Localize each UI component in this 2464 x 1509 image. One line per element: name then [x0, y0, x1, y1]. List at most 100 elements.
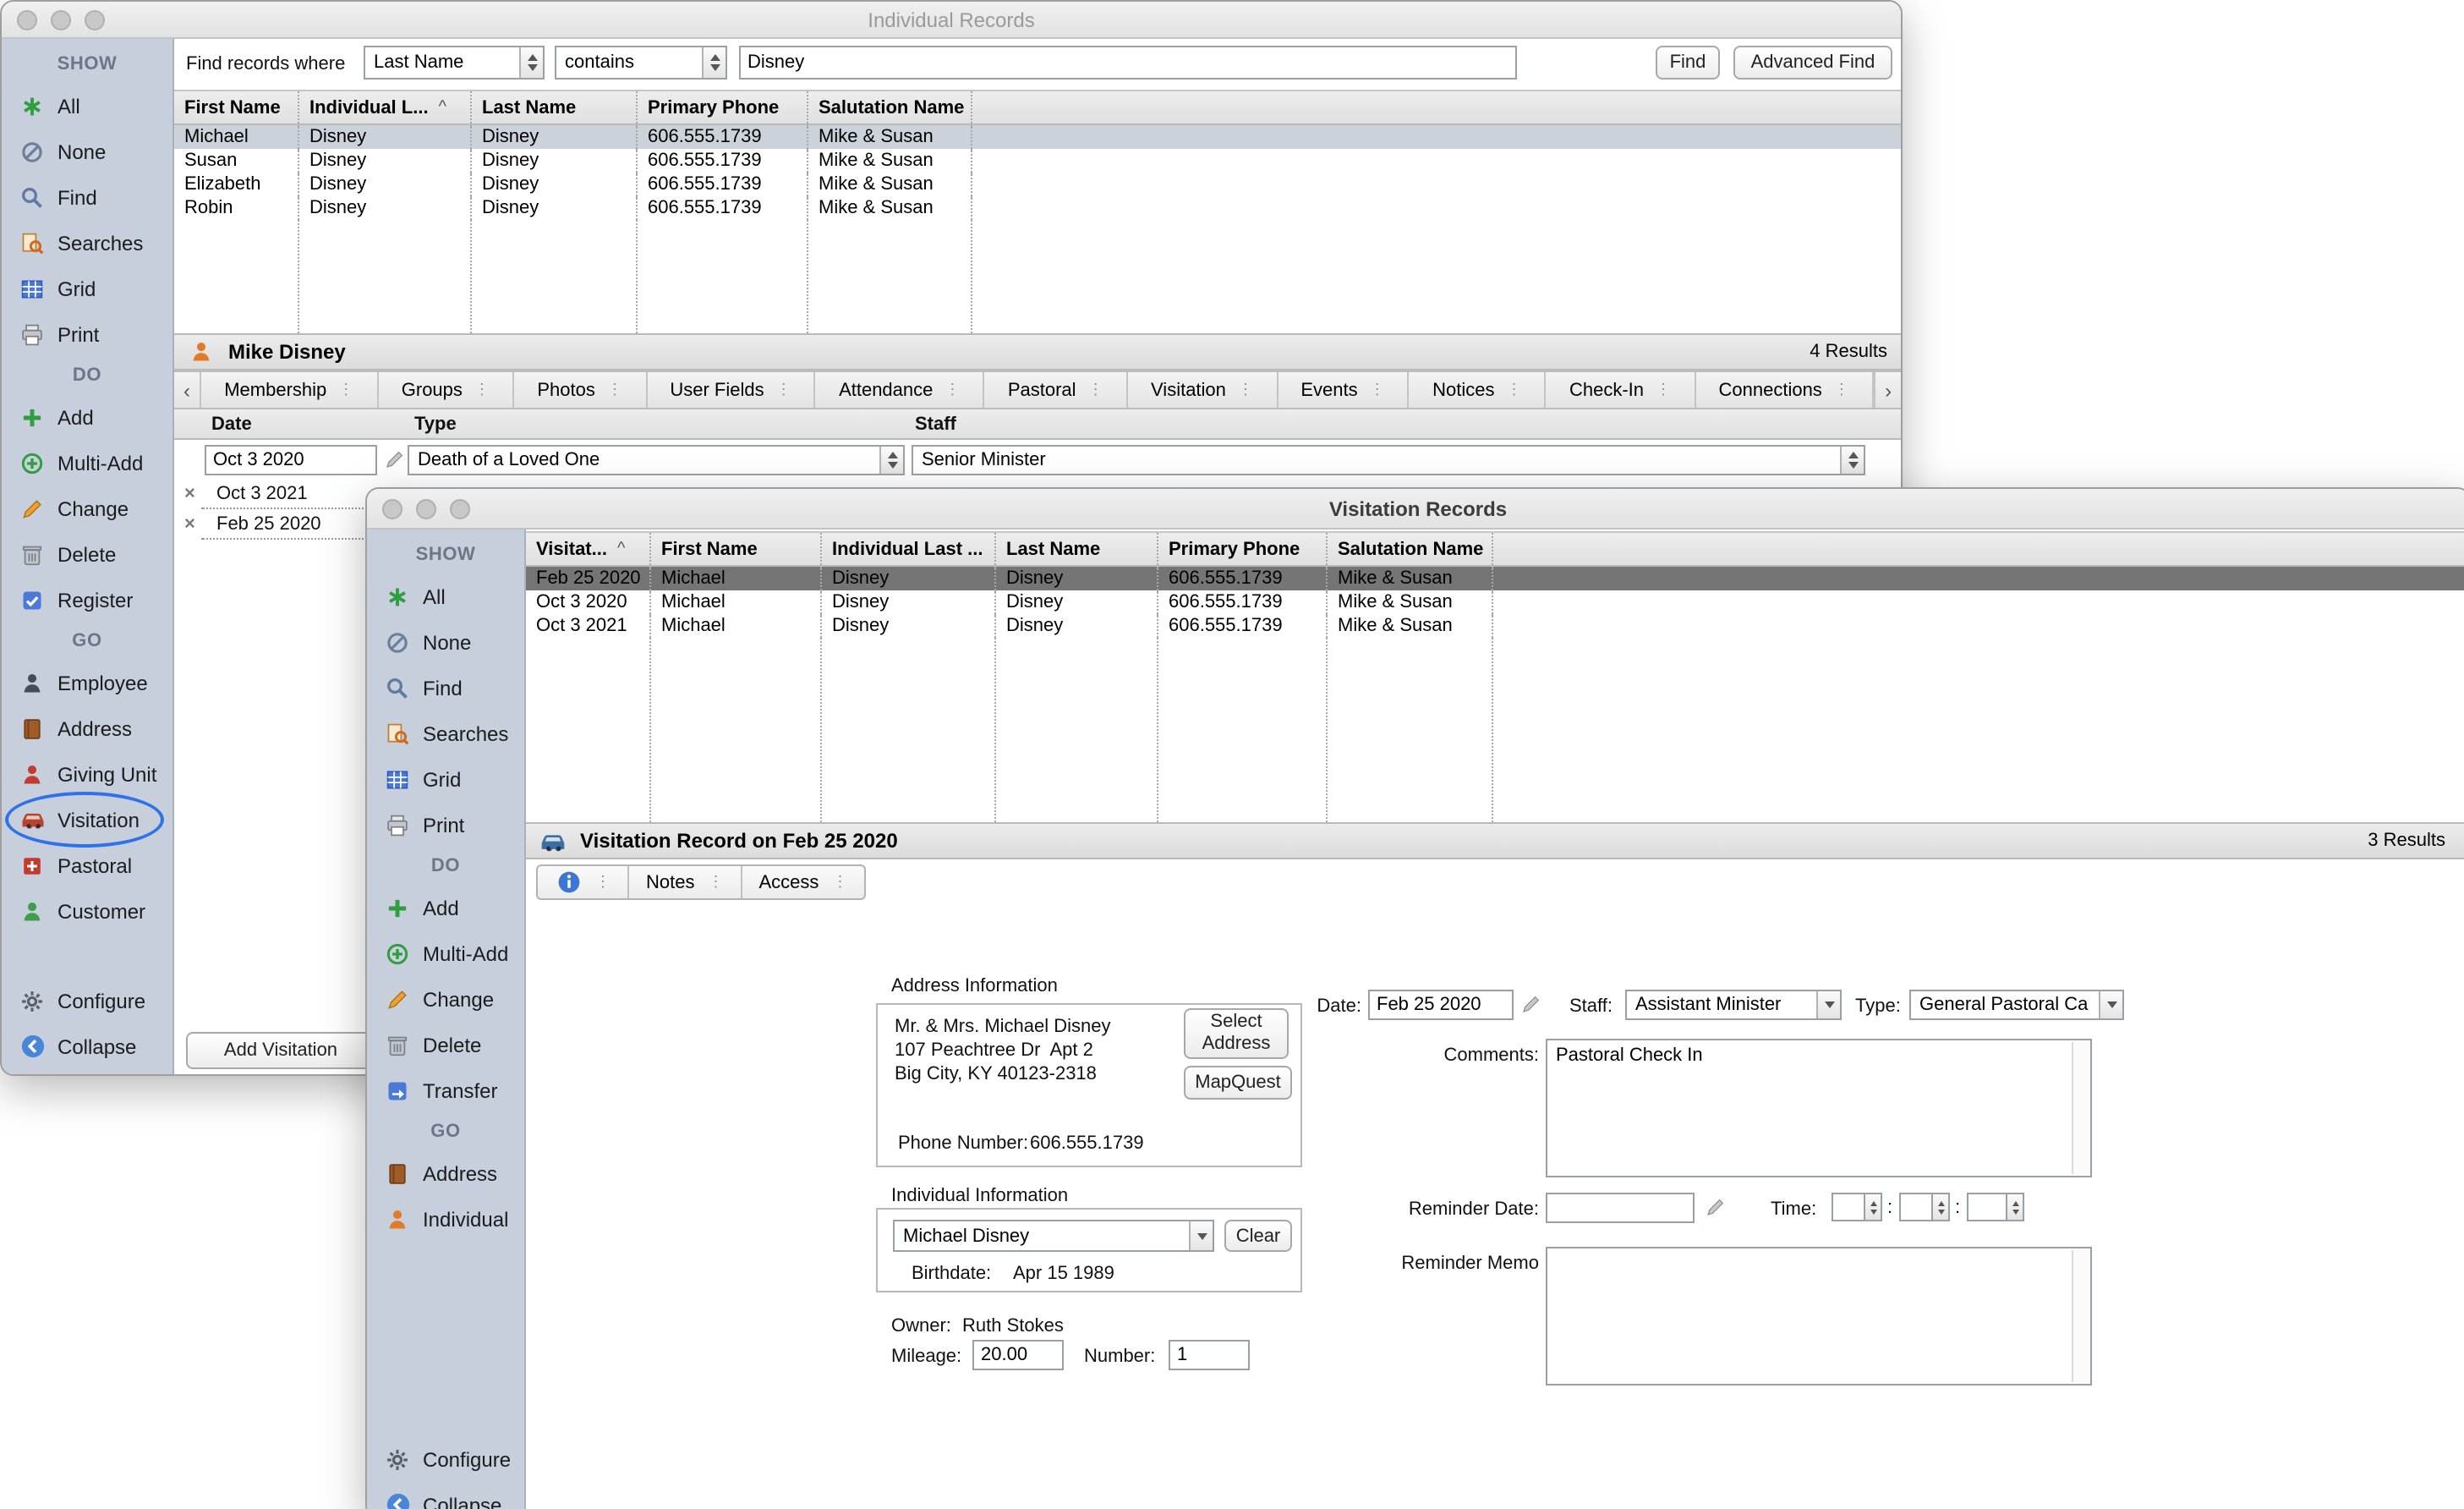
sidebar-item-print[interactable]: Print — [367, 802, 524, 848]
time-minute-stepper[interactable] — [1933, 1193, 1950, 1221]
advanced-find-button[interactable]: Advanced Find — [1733, 46, 1892, 80]
edit-pen-icon[interactable] — [1520, 993, 1542, 1023]
mapquest-button[interactable]: MapQuest — [1184, 1066, 1292, 1100]
sidebar-item-change[interactable]: Change — [2, 486, 172, 531]
close-button[interactable] — [382, 498, 402, 519]
col-date[interactable]: Date — [211, 414, 252, 435]
table-row[interactable]: RobinDisneyDisney606.555.1739Mike & Susa… — [174, 196, 1901, 220]
sidebar-item-pastoral[interactable]: Pastoral — [2, 842, 172, 888]
sidebar-item-transfer[interactable]: Transfer — [367, 1067, 524, 1113]
time-hour-input[interactable] — [1832, 1193, 1865, 1221]
access-tab[interactable]: Access⋮ — [742, 866, 865, 898]
sidebar-item-find[interactable]: Find — [367, 665, 524, 711]
close-button[interactable] — [17, 9, 37, 30]
sidebar-item-giving-unit[interactable]: Giving Unit — [2, 751, 172, 797]
sidebar-item-visitation[interactable]: Visitation — [2, 797, 172, 842]
comments-textarea[interactable]: Pastoral Check In — [1546, 1039, 2092, 1177]
col-staff[interactable]: Staff — [915, 414, 956, 435]
row-delete-icon[interactable]: × — [184, 484, 195, 504]
visitation-row[interactable]: Oct 3 2020 Death of a Loved One Senior M… — [174, 442, 1901, 479]
reminder-date-input[interactable] — [1546, 1193, 1695, 1223]
sidebar-item-employee[interactable]: Employee — [2, 660, 172, 705]
sidebar-item-multi-add[interactable]: Multi-Add — [2, 440, 172, 486]
tab-scroll-right-button[interactable]: › — [1874, 372, 1901, 408]
zoom-button[interactable] — [85, 9, 105, 30]
time-ampm-input[interactable] — [1967, 1193, 2007, 1221]
sidebar-item-grid[interactable]: Grid — [367, 756, 524, 802]
sidebar-item-searches[interactable]: Searches — [2, 220, 172, 266]
individual-select[interactable]: Michael Disney — [893, 1220, 1214, 1252]
find-search-input[interactable]: Disney — [739, 46, 1517, 80]
col-last-name[interactable]: Last Name — [472, 91, 638, 123]
sidebar-item-address[interactable]: Address — [367, 1150, 524, 1196]
tab-attendance[interactable]: Attendance⋮ — [816, 372, 985, 408]
edit-pen-icon[interactable] — [384, 448, 406, 479]
sidebar-item-none[interactable]: None — [2, 129, 172, 174]
col-last-name[interactable]: Last Name — [996, 533, 1158, 565]
table-row[interactable]: Oct 3 2021MichaelDisneyDisney606.555.173… — [526, 614, 2464, 638]
sidebar-item-grid[interactable]: Grid — [2, 266, 172, 311]
add-visitation-button[interactable]: Add Visitation — [186, 1032, 375, 1069]
sidebar-item-add[interactable]: Add — [2, 394, 172, 440]
sidebar-item-individual[interactable]: Individual — [367, 1196, 524, 1242]
scrollbar-track[interactable] — [2072, 1042, 2090, 1174]
col-individual-last[interactable]: Individual L...^ — [299, 91, 472, 123]
tab-connections[interactable]: Connections⋮ — [1695, 372, 1874, 408]
scrollbar-track[interactable] — [2072, 1250, 2090, 1382]
sidebar-item-add[interactable]: Add — [367, 885, 524, 930]
visitation-date-field[interactable]: Oct 3 2020 — [205, 445, 377, 475]
individual-window-titlebar[interactable]: Individual Records — [2, 2, 1901, 39]
sidebar-item-change[interactable]: Change — [367, 976, 524, 1022]
sidebar-item-find[interactable]: Find — [2, 174, 172, 220]
col-primary-phone[interactable]: Primary Phone — [638, 91, 808, 123]
col-visitation-date[interactable]: Visitat...^ — [526, 533, 651, 565]
number-input[interactable]: 1 — [1169, 1340, 1250, 1370]
sidebar-item-delete[interactable]: Delete — [367, 1022, 524, 1067]
sidebar-item-configure[interactable]: Configure — [367, 1436, 524, 1482]
reminder-memo-textarea[interactable] — [1546, 1247, 2092, 1386]
find-button[interactable]: Find — [1656, 46, 1720, 80]
sidebar-item-register[interactable]: Register — [2, 577, 172, 623]
col-salutation-name[interactable]: Salutation Name — [1328, 533, 1493, 565]
table-row[interactable]: MichaelDisneyDisney606.555.1739Mike & Su… — [174, 125, 1901, 149]
col-first-name[interactable]: First Name — [174, 91, 299, 123]
col-first-name[interactable]: First Name — [651, 533, 822, 565]
info-tab[interactable]: ⋮ — [538, 866, 629, 898]
sidebar-item-all[interactable]: All — [2, 83, 172, 129]
time-ampm-stepper[interactable] — [2007, 1193, 2024, 1221]
sidebar-item-all[interactable]: All — [367, 573, 524, 619]
sidebar-item-address[interactable]: Address — [2, 705, 172, 751]
minimize-button[interactable] — [416, 498, 436, 519]
tab-check-in[interactable]: Check-In⋮ — [1547, 372, 1696, 408]
time-hour-stepper[interactable] — [1865, 1193, 1882, 1221]
clear-button[interactable]: Clear — [1224, 1220, 1292, 1252]
sidebar-item-multi-add[interactable]: Multi-Add — [367, 930, 524, 976]
edit-pen-icon[interactable] — [1705, 1196, 1727, 1226]
tab-groups[interactable]: Groups⋮ — [379, 372, 515, 408]
sidebar-item-collapse[interactable]: Collapse — [367, 1482, 524, 1509]
tab-pastoral[interactable]: Pastoral⋮ — [985, 372, 1128, 408]
table-row[interactable]: Feb 25 2020MichaelDisneyDisney606.555.17… — [526, 567, 2464, 590]
tab-membership[interactable]: Membership⋮ — [201, 372, 379, 408]
table-row[interactable]: SusanDisneyDisney606.555.1739Mike & Susa… — [174, 149, 1901, 173]
find-operator-select[interactable]: contains — [555, 46, 727, 80]
sidebar-item-print[interactable]: Print — [2, 311, 172, 357]
tab-photos[interactable]: Photos⋮ — [514, 372, 647, 408]
notes-tab[interactable]: Notes⋮ — [629, 866, 742, 898]
type-select[interactable]: General Pastoral Ca — [1909, 990, 2124, 1020]
tab-notices[interactable]: Notices⋮ — [1410, 372, 1547, 408]
time-minute-input[interactable] — [1899, 1193, 1933, 1221]
tab-events[interactable]: Events⋮ — [1278, 372, 1410, 408]
tab-visitation[interactable]: Visitation⋮ — [1128, 372, 1278, 408]
visitation-staff-select[interactable]: Senior Minister — [912, 445, 1865, 475]
zoom-button[interactable] — [450, 498, 470, 519]
mileage-input[interactable]: 20.00 — [972, 1340, 1064, 1370]
tab-scroll-left-button[interactable]: ‹ — [174, 372, 201, 408]
table-row[interactable]: Oct 3 2020MichaelDisneyDisney606.555.173… — [526, 590, 2464, 614]
sidebar-item-searches[interactable]: Searches — [367, 711, 524, 756]
tab-user-fields[interactable]: User Fields⋮ — [647, 372, 816, 408]
find-field-select[interactable]: Last Name — [364, 46, 545, 80]
col-salutation-name[interactable]: Salutation Name — [808, 91, 972, 123]
sidebar-item-customer[interactable]: Customer — [2, 888, 172, 934]
select-address-button[interactable]: Select Address — [1184, 1008, 1289, 1059]
